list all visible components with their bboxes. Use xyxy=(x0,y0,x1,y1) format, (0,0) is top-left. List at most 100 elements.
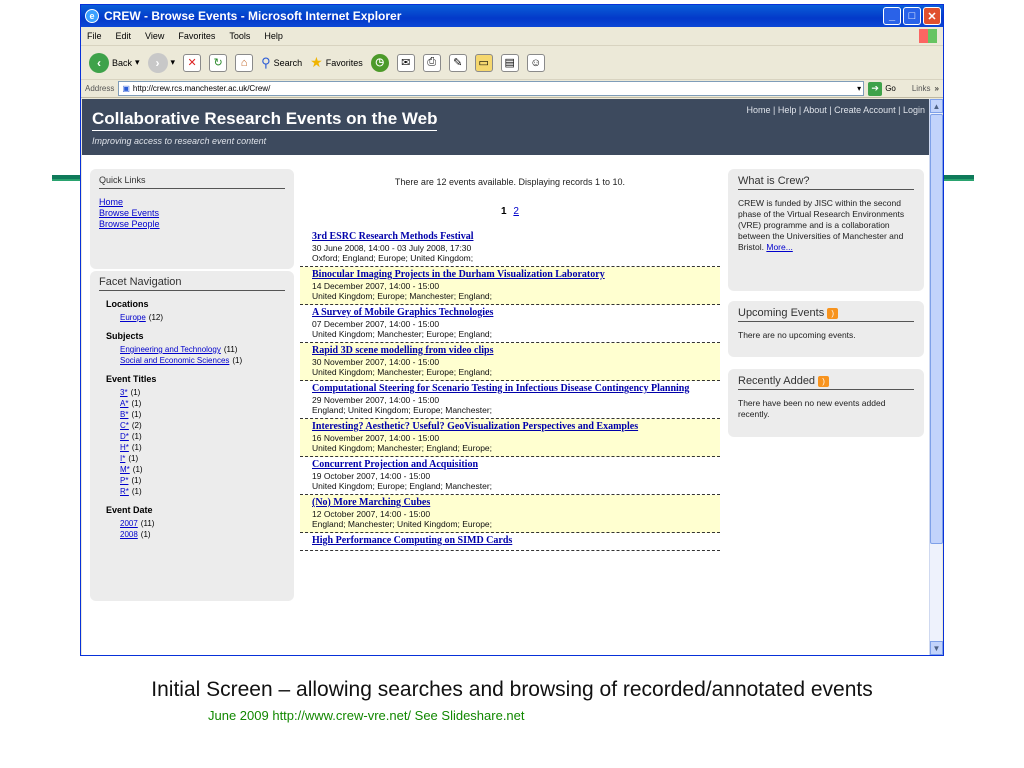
event-title-link[interactable]: 3rd ESRC Research Methods Festival xyxy=(312,231,716,243)
facet-title-item: 3* (1) xyxy=(99,387,285,398)
event-item: High Performance Computing on SIMD Cards xyxy=(300,533,720,551)
event-locations: United Kingdom; Manchester; Europe; Engl… xyxy=(312,367,493,377)
mail-icon[interactable]: ✉ xyxy=(396,53,415,72)
nav-home[interactable]: Home xyxy=(746,105,770,115)
close-button[interactable]: ✕ xyxy=(923,7,941,25)
facet-location-link[interactable]: Europe xyxy=(120,313,146,322)
address-dropdown-icon[interactable]: ▾ xyxy=(857,84,861,93)
facet-subject-link[interactable]: Social and Economic Sciences xyxy=(120,356,229,365)
facet-subject-count: (1) xyxy=(232,356,243,365)
event-date: 30 November 2007, 14:00 - 15:00 xyxy=(312,357,440,367)
site-tagline: Improving access to research event conte… xyxy=(92,136,267,146)
facet-title-link[interactable]: D* xyxy=(120,432,129,441)
history-icon[interactable]: ◷ xyxy=(370,53,389,72)
minimize-button[interactable]: _ xyxy=(883,7,901,25)
menu-edit[interactable]: Edit xyxy=(116,31,132,41)
menu-favorites[interactable]: Favorites xyxy=(178,31,215,41)
address-input[interactable]: ▣ http://crew.rcs.manchester.ac.uk/Crew/… xyxy=(118,81,865,96)
scroll-thumb[interactable] xyxy=(930,114,943,544)
vertical-scrollbar[interactable]: ▲ ▼ xyxy=(929,99,943,655)
more-link[interactable]: More... xyxy=(766,242,792,252)
event-title-link[interactable]: A Survey of Mobile Graphics Technologies xyxy=(312,307,716,319)
page-next-link[interactable]: 2 xyxy=(513,206,519,217)
facet-title-link[interactable]: B* xyxy=(120,410,128,419)
rss-feed-icon[interactable]: ) xyxy=(818,375,830,387)
browser-window: e CREW - Browse Events - Microsoft Inter… xyxy=(80,4,944,656)
nav-help[interactable]: Help xyxy=(778,105,797,115)
facet-title-count: (1) xyxy=(131,432,142,441)
scroll-down-icon[interactable]: ▼ xyxy=(930,641,943,655)
forward-dropdown-icon[interactable]: ▾ xyxy=(171,57,176,68)
facet-title-link[interactable]: H* xyxy=(120,443,129,452)
folder-icon[interactable]: ▭ xyxy=(474,53,493,72)
facet-date-link[interactable]: 2008 xyxy=(120,530,138,539)
facet-title-link[interactable]: 3* xyxy=(120,388,128,397)
menu-tools[interactable]: Tools xyxy=(229,31,250,41)
facet-title-item: B* (1) xyxy=(99,409,285,420)
scroll-up-icon[interactable]: ▲ xyxy=(930,99,943,113)
quick-link-browse-events[interactable]: Browse Events xyxy=(99,208,285,219)
facet-title-link[interactable]: M* xyxy=(120,465,130,474)
maximize-button[interactable]: □ xyxy=(903,7,921,25)
window-title: CREW - Browse Events - Microsoft Interne… xyxy=(104,9,402,23)
facet-title-count: (2) xyxy=(131,421,142,430)
go-button[interactable]: ➔ Go xyxy=(868,81,896,96)
rss-feed-icon[interactable]: ) xyxy=(827,307,839,319)
event-title-link[interactable]: High Performance Computing on SIMD Cards xyxy=(312,535,716,547)
links-chevron-icon[interactable]: » xyxy=(935,84,939,93)
stop-icon[interactable]: ✕ xyxy=(183,53,202,72)
facet-title-link[interactable]: R* xyxy=(120,487,129,496)
event-date: 14 December 2007, 14:00 - 15:00 xyxy=(312,281,440,291)
menu-view[interactable]: View xyxy=(145,31,164,41)
facet-title-link[interactable]: C* xyxy=(120,421,129,430)
messenger-icon[interactable]: ☺ xyxy=(526,53,545,72)
nav-about[interactable]: About xyxy=(803,105,827,115)
research-icon[interactable]: ▤ xyxy=(500,53,519,72)
home-icon[interactable]: ⌂ xyxy=(235,53,254,72)
search-button[interactable]: ⚲ Search xyxy=(261,55,302,71)
edit-icon[interactable]: ✎ xyxy=(448,53,467,72)
menu-help[interactable]: Help xyxy=(264,31,283,41)
quick-link-home[interactable]: Home xyxy=(99,197,285,208)
facet-date-link[interactable]: 2007 xyxy=(120,519,138,528)
forward-button[interactable]: › ▾ xyxy=(147,52,176,73)
facet-title-link[interactable]: I* xyxy=(120,454,125,463)
event-title-link[interactable]: Rapid 3D scene modelling from video clip… xyxy=(312,345,716,357)
facet-title-item: D* (1) xyxy=(99,431,285,442)
facet-title-link[interactable]: A* xyxy=(120,399,128,408)
event-locations: England; Manchester; United Kingdom; Eur… xyxy=(312,519,493,529)
event-title-link[interactable]: Interesting? Aesthetic? Useful? GeoVisua… xyxy=(312,421,716,433)
event-item: Interesting? Aesthetic? Useful? GeoVisua… xyxy=(300,419,720,457)
refresh-icon[interactable]: ↻ xyxy=(209,53,228,72)
facet-title-item: R* (1) xyxy=(99,486,285,497)
title-bar[interactable]: e CREW - Browse Events - Microsoft Inter… xyxy=(81,5,943,27)
event-item: Computational Steering for Scenario Test… xyxy=(300,381,720,419)
back-button[interactable]: ‹ Back ▾ xyxy=(89,52,140,73)
address-bar: Address ▣ http://crew.rcs.manchester.ac.… xyxy=(81,80,943,98)
quick-links-title: Quick Links xyxy=(99,175,285,189)
event-title-link[interactable]: Concurrent Projection and Acquisition xyxy=(312,459,716,471)
event-date: 16 November 2007, 14:00 - 15:00 xyxy=(312,433,440,443)
event-title-link[interactable]: Binocular Imaging Projects in the Durham… xyxy=(312,269,716,281)
facet-title-item: I* (1) xyxy=(99,453,285,464)
facet-subject-link[interactable]: Engineering and Technology xyxy=(120,345,221,354)
favorites-button[interactable]: ★ Favorites xyxy=(310,54,363,71)
nav-create-account[interactable]: Create Account xyxy=(834,105,896,115)
site-header: Collaborative Research Events on the Web… xyxy=(82,99,931,155)
print-icon[interactable]: ⎙ xyxy=(422,53,441,72)
windows-logo-icon xyxy=(919,29,937,43)
recently-added-title: Recently Added xyxy=(738,375,816,387)
page-icon: ▣ xyxy=(122,84,130,93)
nav-login[interactable]: Login xyxy=(903,105,925,115)
facet-title-count: (1) xyxy=(128,454,139,463)
event-title-link[interactable]: Computational Steering for Scenario Test… xyxy=(312,383,716,395)
event-title-link[interactable]: (No) More Marching Cubes xyxy=(312,497,716,509)
menu-file[interactable]: File xyxy=(87,31,102,41)
back-dropdown-icon[interactable]: ▾ xyxy=(135,57,140,68)
facet-title-count: (1) xyxy=(131,399,142,408)
facet-title-link[interactable]: P* xyxy=(120,476,128,485)
quick-link-browse-people[interactable]: Browse People xyxy=(99,219,285,230)
back-arrow-icon: ‹ xyxy=(89,52,109,73)
links-button[interactable]: Links xyxy=(912,84,931,93)
event-locations: United Kingdom; Manchester; England; Eur… xyxy=(312,443,493,453)
